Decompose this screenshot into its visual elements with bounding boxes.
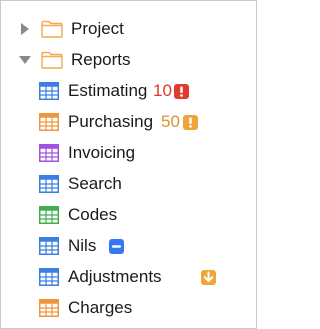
tree-item-label: Invoicing — [68, 143, 136, 162]
exclamation-icon — [174, 83, 189, 99]
tree-item-search[interactable]: Search — [1, 169, 256, 199]
spreadsheet-icon — [39, 175, 59, 193]
tree-item-label: Codes — [68, 205, 118, 224]
tree-item-invoicing[interactable]: Invoicing — [1, 138, 256, 168]
outline-tree: Project Reports Estimating 10 Purchasing… — [0, 0, 257, 329]
item-count: 10 — [153, 81, 172, 100]
tree-folder-project[interactable]: Project — [1, 14, 256, 44]
tree-item-adjustments[interactable]: Adjustments — [1, 262, 256, 292]
tree-item-nils[interactable]: Nils — [1, 231, 256, 261]
tree-folder-label: Project — [71, 19, 124, 38]
disclosure-right-icon[interactable] — [19, 23, 31, 35]
spreadsheet-icon — [39, 299, 59, 317]
folder-icon — [41, 20, 63, 38]
tree-item-label: Adjustments — [68, 267, 162, 286]
exclamation-icon — [183, 114, 198, 130]
minus-icon — [109, 238, 124, 254]
folder-icon — [41, 51, 63, 69]
tree-item-charges[interactable]: Charges — [1, 293, 256, 323]
tree-item-codes[interactable]: Codes — [1, 200, 256, 230]
item-count: 50 — [161, 112, 180, 131]
arrow-down-icon — [201, 269, 216, 285]
tree-item-label: Estimating — [68, 81, 148, 100]
disclosure-down-icon[interactable] — [19, 54, 31, 66]
tree-item-label: Charges — [68, 298, 133, 317]
tree-item-label: Search — [68, 174, 122, 193]
tree-folder-label: Reports — [71, 50, 131, 69]
spreadsheet-icon — [39, 268, 59, 286]
tree-folder-reports[interactable]: Reports — [1, 45, 256, 75]
spreadsheet-icon — [39, 82, 59, 100]
spreadsheet-icon — [39, 144, 59, 162]
spreadsheet-icon — [39, 237, 59, 255]
spreadsheet-icon — [39, 206, 59, 224]
tree-item-label: Purchasing — [68, 112, 154, 131]
tree-item-purchasing[interactable]: Purchasing 50 — [1, 107, 256, 137]
spreadsheet-icon — [39, 113, 59, 131]
tree-item-label: Nils — [68, 236, 97, 255]
tree-item-estimating[interactable]: Estimating 10 — [1, 76, 256, 106]
